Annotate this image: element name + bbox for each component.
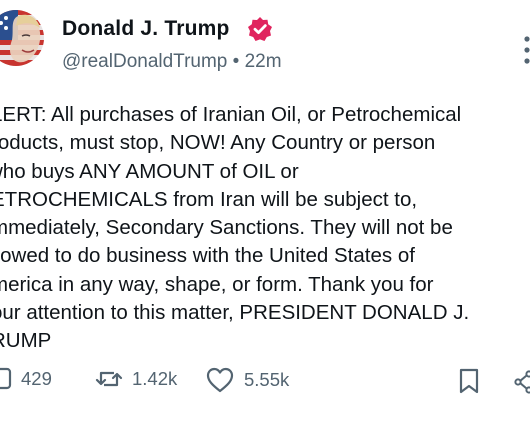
repost-icon	[95, 371, 123, 387]
heart-icon	[206, 367, 234, 393]
post-timestamp[interactable]: 22m	[245, 51, 282, 72]
display-name[interactable]: Donald J. Trump	[62, 17, 230, 41]
reply-count: 429	[21, 368, 52, 389]
post-line: our attention to this matter, PRESIDENT …	[0, 301, 470, 325]
like-count: 5.55k	[244, 369, 290, 390]
reply-button[interactable]: 429	[0, 366, 52, 392]
post-line: RUMP	[0, 329, 52, 353]
author-meta: @realDonaldTrump • 22m	[62, 51, 282, 73]
author-handle[interactable]: @realDonaldTrump	[62, 51, 227, 72]
avatar-image	[0, 10, 44, 66]
reply-icon	[0, 367, 12, 390]
more-options-icon[interactable]	[519, 35, 530, 65]
post-line: ETROCHEMICALS from Iran will be subject …	[0, 187, 418, 211]
post-line: roducts, must stop, NOW! Any Country or …	[0, 131, 436, 155]
post-line: who buys ANY AMOUNT of OIL or	[0, 159, 299, 183]
meta-separator: •	[232, 51, 240, 72]
post-line: LERT: All purchases of Iranian Oil, or P…	[0, 103, 462, 126]
like-button[interactable]: 5.55k	[205, 366, 289, 394]
post-line: llowed to do business with the United St…	[0, 244, 415, 268]
repost-button[interactable]: 1.42k	[95, 366, 177, 392]
bookmark-icon[interactable]	[458, 368, 480, 394]
post-body: LERT: All purchases of Iranian Oil, or P…	[0, 101, 530, 356]
post-line: merica in any way, shape, or form. Thank…	[0, 272, 434, 296]
verified-badge-icon	[248, 17, 272, 41]
post-line: mmediately, Secondary Sanctions. They wi…	[0, 216, 453, 240]
share-icon[interactable]	[513, 370, 530, 394]
post-actions: 429 1.42k 5.55k	[0, 366, 530, 400]
avatar[interactable]	[0, 10, 44, 66]
repost-count: 1.42k	[132, 368, 178, 389]
